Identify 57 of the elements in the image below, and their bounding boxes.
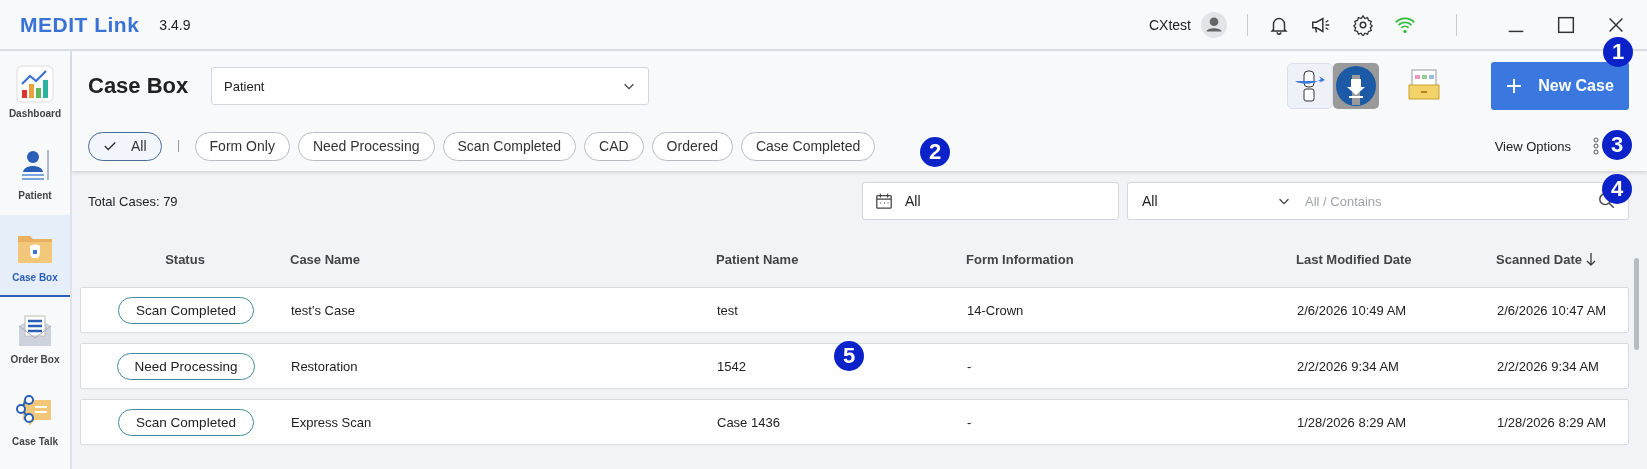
- table-cell-text: Restoration: [291, 358, 359, 374]
- app-logo: MEDIT Link: [20, 12, 140, 37]
- table-cell-text: 2/6/2026 10:49 AM: [1297, 302, 1408, 318]
- table-cell-text: 2/6/2026 10:47 AM: [1497, 302, 1608, 318]
- plus-icon: [1506, 78, 1523, 94]
- column-header[interactable]: Last Modified Date: [1296, 251, 1496, 267]
- filter-chip[interactable]: Need Processing: [297, 131, 435, 161]
- sidebar-item[interactable]: Case Talk: [0, 379, 70, 461]
- user-name: CXtest: [1149, 16, 1191, 33]
- sidebar-item[interactable]: Dashboard: [0, 51, 70, 133]
- check-icon: [103, 139, 117, 153]
- table-row[interactable]: Scan Completed Express Scan Case 1436 - 1/28/2026 8:29 AM 1/28/2026 8:29 AM: [80, 399, 1629, 445]
- sidebar-item[interactable]: Order Box: [0, 297, 70, 379]
- sidebar-item[interactable]: Patient: [0, 133, 70, 215]
- callout-badge: 4: [1602, 174, 1632, 204]
- table-cell-text: 1542: [717, 358, 747, 374]
- table-cell-text: -: [967, 414, 973, 430]
- table-cell-text: 14-Crown: [967, 302, 1025, 318]
- table-cell-text: test: [717, 302, 739, 318]
- filter-chip[interactable]: Ordered: [651, 131, 733, 161]
- sort-down-icon[interactable]: [1585, 252, 1597, 266]
- date-filter[interactable]: All: [862, 182, 1119, 220]
- table-cell-text: 2/2/2026 9:34 AM: [1297, 358, 1400, 374]
- column-header[interactable]: Scanned Date: [1496, 251, 1582, 267]
- filter-chip[interactable]: All: [88, 131, 162, 161]
- download-icon[interactable]: [1333, 63, 1379, 109]
- chart-icon: [15, 63, 55, 104]
- field-dropdown[interactable]: All: [1128, 193, 1303, 209]
- more-icon[interactable]: [1593, 137, 1599, 155]
- table-cell-text: -: [967, 358, 973, 374]
- version-label: 3.4.9: [159, 16, 191, 33]
- table-cell-text: 1/28/2026 8:29 AM: [1497, 414, 1608, 430]
- column-header[interactable]: Patient Name: [716, 251, 966, 267]
- total-count: Total Cases: 79: [88, 193, 178, 209]
- view-options-link[interactable]: View Options: [1494, 138, 1571, 154]
- settings-icon[interactable]: [1352, 13, 1374, 36]
- column-header[interactable]: Case Name: [290, 251, 716, 267]
- table-cell-text: Express Scan: [291, 414, 373, 430]
- page-title: Case Box: [88, 73, 190, 99]
- table-cell-text: 1/28/2026 8:29 AM: [1297, 414, 1408, 430]
- calendar-icon: [875, 192, 893, 210]
- sidebar-item[interactable]: Case Box: [0, 215, 70, 297]
- filter-chip[interactable]: Form Only: [194, 131, 290, 161]
- table-cell-text: test's Case: [291, 302, 356, 318]
- scrollbar[interactable]: [1634, 258, 1639, 350]
- filter-chip[interactable]: CAD: [584, 131, 644, 161]
- filter-chip[interactable]: Case Completed: [740, 131, 876, 161]
- new-case-button[interactable]: New Case: [1491, 62, 1629, 110]
- table-cell-text: Case 1436: [717, 414, 781, 430]
- patient-dropdown[interactable]: Patient: [211, 67, 649, 105]
- table-cell-text: 2/2/2026 9:34 AM: [1497, 358, 1600, 374]
- table-row[interactable]: Scan Completed test's Case test 14-Crown 2/6/2026 10:49 AM 2/6/2026 10:47 AM: [80, 287, 1629, 333]
- column-header[interactable]: Form Information: [966, 251, 1296, 267]
- avatar-icon[interactable]: [1201, 11, 1227, 38]
- column-header[interactable]: Status: [80, 251, 290, 267]
- filter-chip[interactable]: Scan Completed: [442, 131, 577, 161]
- scanner-transfer-icon[interactable]: [1287, 63, 1333, 109]
